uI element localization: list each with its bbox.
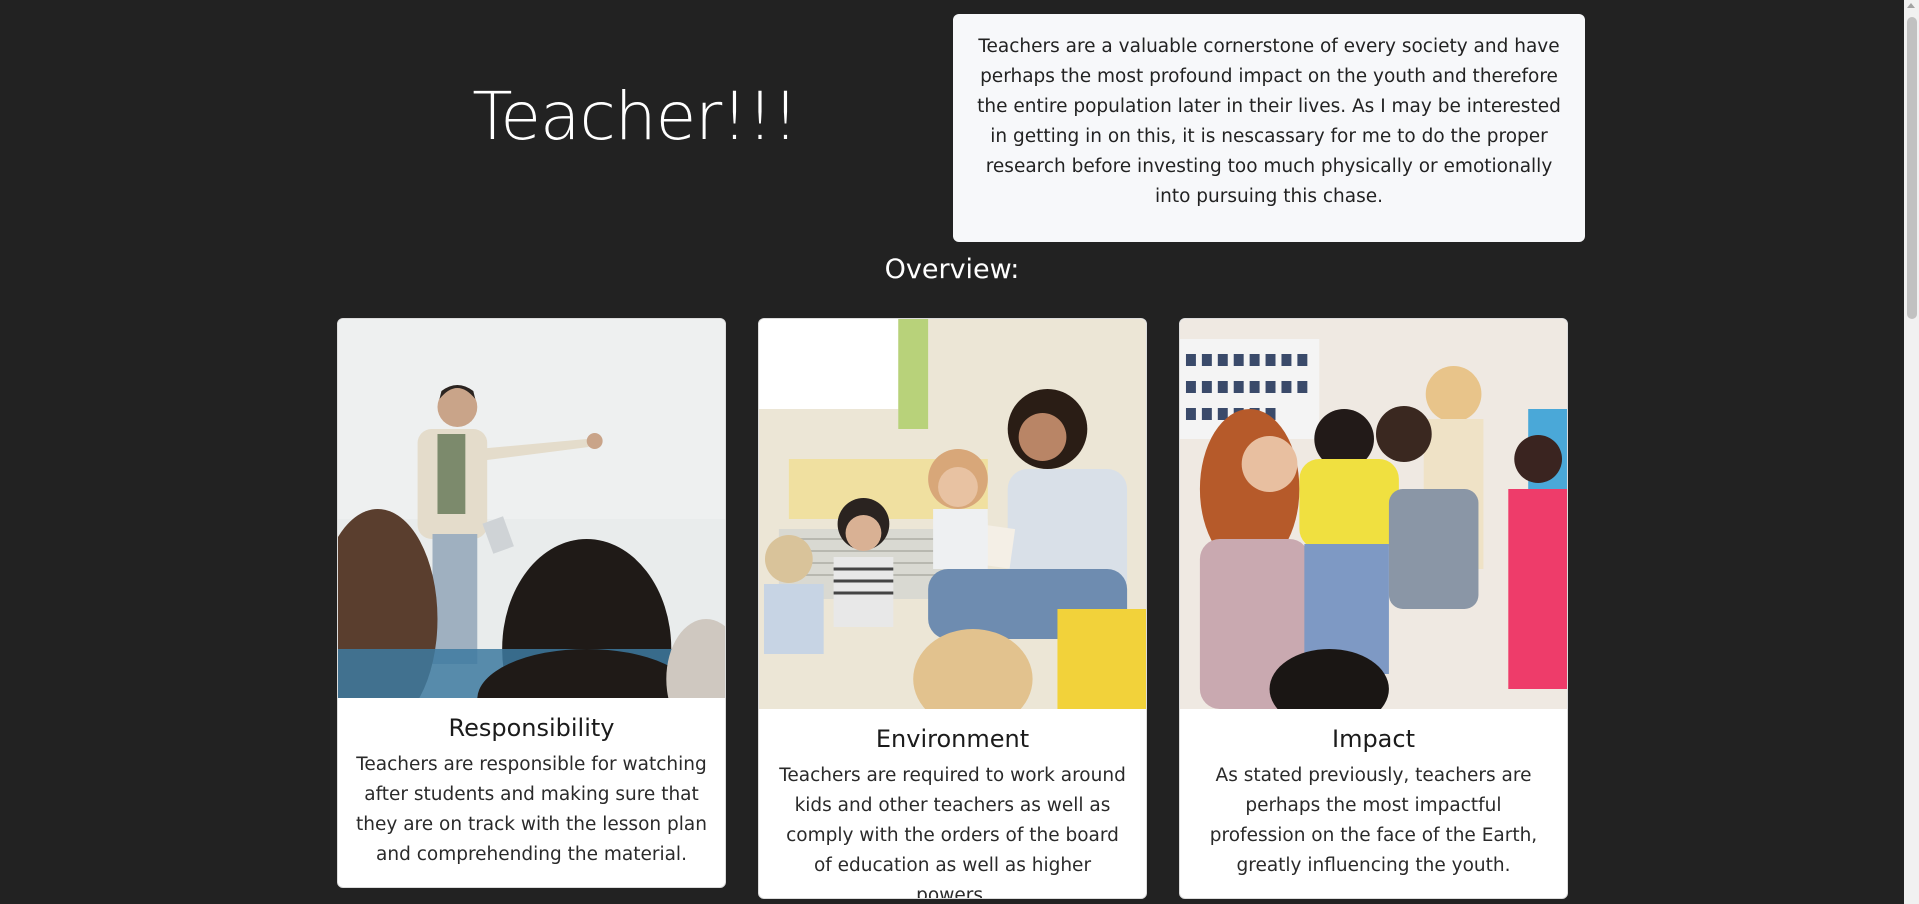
intro-box: Teachers are a valuable cornerstone of e… xyxy=(953,14,1585,242)
group-hug-image xyxy=(1180,319,1567,709)
page: Teacher!!! Teachers are a valuable corne… xyxy=(0,0,1919,904)
vertical-scrollbar[interactable] xyxy=(1904,0,1919,904)
teacher-reading-image xyxy=(759,319,1146,709)
card-title-responsibility: Responsibility xyxy=(448,714,615,742)
card-text-responsibility: Teachers are responsible for watching af… xyxy=(356,754,707,865)
teacher-presenting-image xyxy=(338,319,725,698)
scrollbar-thumb[interactable] xyxy=(1907,17,1917,319)
overview-heading: Overview: xyxy=(884,254,1020,285)
card-title-environment: Environment xyxy=(875,725,1030,753)
card-environment: Environment Teachers are required to wor… xyxy=(758,318,1147,899)
card-responsibility: Responsibility Teachers are responsible … xyxy=(337,318,726,888)
intro-text: Teachers are a valuable cornerstone of e… xyxy=(977,36,1561,207)
scroll-up-arrow-icon[interactable] xyxy=(1907,3,1915,8)
card-image-teacher-presenting xyxy=(338,319,725,698)
card-title-impact: Impact xyxy=(1331,725,1415,753)
card-text-impact: As stated previously, teachers are perha… xyxy=(1209,765,1538,876)
card-image-teacher-reading xyxy=(759,319,1146,709)
page-title: Teacher!!! xyxy=(472,78,798,155)
card-text-environment: Teachers are required to work around kid… xyxy=(779,765,1126,899)
card-impact: Impact As stated previously, teachers ar… xyxy=(1179,318,1568,899)
card-image-group-hug xyxy=(1180,319,1567,709)
